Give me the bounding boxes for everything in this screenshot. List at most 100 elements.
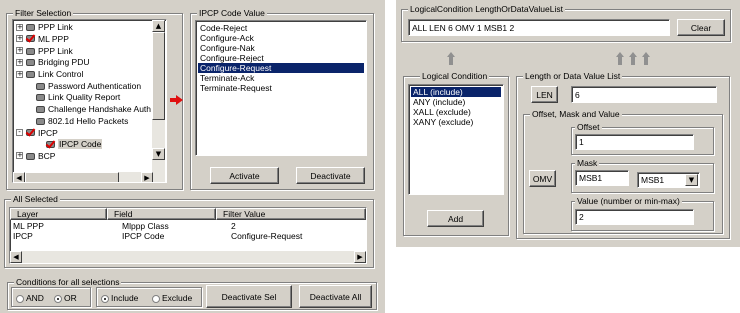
table-row[interactable]: IPCP IPCP Code Configure-Request [10, 231, 366, 241]
expand-icon[interactable]: + [16, 23, 23, 31]
len-value-field[interactable]: 6 [571, 86, 717, 103]
list-item[interactable]: XANY (exclude) [411, 117, 501, 127]
expand-icon[interactable]: + [16, 70, 23, 78]
radio-exclude-icon[interactable] [152, 294, 160, 303]
list-item[interactable]: Code-Reject [198, 23, 364, 33]
protocol-icon [35, 105, 45, 114]
tree-item-label: 802.1d Hello Packets [48, 115, 129, 126]
lc-list-field[interactable]: ALL LEN 6 OMV 1 MSB1 2 [408, 19, 670, 36]
add-button[interactable]: Add [427, 210, 484, 227]
expand-icon[interactable]: + [16, 35, 23, 43]
chevron-down-icon[interactable]: ▼ [685, 174, 698, 186]
logical-condition-list[interactable]: ALL (include) ANY (include) XALL (exclude)… [408, 84, 504, 195]
length-list-group: Length or Data Value List LEN 6 Offset, … [516, 71, 730, 239]
mask-select-value: MSB1 [641, 175, 665, 185]
expand-icon[interactable]: + [16, 58, 23, 66]
list-item[interactable]: XALL (exclude) [411, 107, 501, 117]
all-selected-title: All Selected [11, 194, 60, 204]
tree-item[interactable]: + Bridging PDU [16, 57, 90, 68]
tree-item[interactable]: Password Authentication [26, 81, 141, 92]
table-cell: IPCP Code [122, 231, 165, 241]
code-value-group: IPCP Code Value Code-Reject Configure-Ack… [190, 8, 374, 190]
omv-button[interactable]: OMV [529, 170, 556, 187]
tree-item[interactable]: + PPP Link [16, 45, 73, 56]
scroll-thumb[interactable] [152, 32, 165, 120]
tree-item[interactable]: Link Quality Report [26, 92, 120, 103]
radio-include-icon[interactable] [101, 294, 109, 303]
activate-button[interactable]: Activate [210, 167, 279, 184]
radio-and-icon[interactable] [16, 294, 24, 303]
deactivate-button[interactable]: Deactivate [296, 167, 365, 184]
offset-value: 1 [579, 137, 584, 147]
len-button[interactable]: LEN [531, 86, 558, 103]
list-item[interactable]: ALL (include) [411, 87, 501, 97]
tree-hscrollbar[interactable]: ◀ ▶ [13, 172, 165, 182]
tree-item-label: BCP [38, 150, 56, 161]
tree-item[interactable]: 802.1d Hello Packets [26, 116, 128, 127]
radio-and[interactable]: AND [16, 293, 44, 303]
logical-condition-panel: LogicalCondition LengthOrDataValueList A… [396, 0, 740, 247]
column-header-layer[interactable]: Layer [10, 208, 107, 220]
tree-item-label: IPCP Code [58, 139, 103, 150]
list-item[interactable]: ANY (include) [411, 97, 501, 107]
list-item[interactable]: Terminate-Request [198, 83, 364, 93]
offset-field[interactable]: 1 [575, 134, 694, 150]
tree-item-label: IPCP [38, 127, 58, 138]
radio-or[interactable]: OR [54, 293, 77, 303]
filter-tree[interactable]: + PPP Link + ML PPP + PPP Link + Bridging PDU + L… [12, 19, 167, 183]
scroll-right-icon[interactable]: ▶ [354, 251, 366, 263]
radio-and-label: AND [26, 293, 44, 303]
protocol-icon [25, 152, 35, 160]
tree-item-label: PPP Link [38, 22, 73, 33]
tree-item[interactable]: + BCP [16, 151, 55, 162]
radio-or-icon[interactable] [54, 294, 62, 303]
radio-include[interactable]: Include [101, 293, 138, 303]
tree-item[interactable]: Challenge Handshake Auth [26, 104, 151, 115]
scroll-down-icon[interactable]: ▼ [152, 148, 165, 160]
list-item[interactable]: Configure-Reject [198, 53, 364, 63]
value-field[interactable]: 2 [575, 209, 694, 225]
lc-list-group: LogicalCondition LengthOrDataValueList A… [401, 4, 731, 42]
tree-item-label: Bridging PDU [38, 57, 90, 68]
protocol-icon [25, 47, 35, 55]
clear-button[interactable]: Clear [677, 19, 725, 36]
collapse-icon[interactable]: - [16, 129, 23, 137]
list-item[interactable]: Configure-Nak [198, 43, 364, 53]
list-item[interactable]: Configure-Ack [198, 33, 364, 43]
mask-field[interactable]: MSB1 [575, 170, 629, 186]
radio-exclude[interactable]: Exclude [152, 293, 192, 303]
value-value: 2 [579, 212, 584, 222]
tree-item[interactable]: + Link Control [16, 69, 83, 80]
tree-vscrollbar[interactable]: ▲ ▼ [152, 20, 165, 172]
conditions-group: Conditions for all selections AND OR Inc… [7, 277, 377, 310]
column-header-field[interactable]: Field [107, 208, 216, 220]
tree-item[interactable]: - IPCP [16, 127, 58, 138]
mask-select[interactable]: MSB1 ▼ [637, 172, 700, 188]
code-value-list[interactable]: Code-Reject Configure-Ack Configure-Nak Con… [195, 20, 367, 156]
list-item[interactable]: Terminate-Ack [198, 73, 364, 83]
deactivate-all-button[interactable]: Deactivate All [299, 285, 372, 308]
tree-item[interactable]: + ML PPP [16, 34, 69, 45]
expand-icon[interactable]: + [16, 152, 23, 160]
protocol-icon [25, 70, 35, 79]
scroll-left-icon[interactable]: ◀ [10, 251, 22, 263]
table-hscrollbar[interactable]: ◀ ▶ [10, 251, 366, 263]
mask-group: Mask MSB1 MSB1 ▼ [571, 158, 714, 193]
scroll-up-icon[interactable]: ▲ [152, 20, 165, 32]
scroll-left-icon[interactable]: ◀ [13, 172, 25, 182]
all-selected-group: All Selected Layer Field Filter Value ML… [4, 194, 374, 268]
table-row[interactable]: ML PPP Mlppp Class 2 [10, 221, 366, 231]
column-header-filter-value[interactable]: Filter Value [216, 208, 366, 220]
mask-value: MSB1 [579, 173, 603, 183]
expand-icon[interactable]: + [16, 47, 23, 55]
checkmark-icon [25, 34, 35, 43]
tree-item[interactable]: + PPP Link [16, 22, 73, 33]
scroll-right-icon[interactable]: ▶ [141, 172, 153, 182]
deactivate-sel-button[interactable]: Deactivate Sel [206, 285, 292, 308]
all-selected-table[interactable]: Layer Field Filter Value ML PPP Mlppp Cl… [9, 207, 367, 264]
list-item[interactable]: Configure-Request [198, 63, 364, 73]
omv-title: Offset, Mask and Value [530, 109, 622, 119]
tree-item[interactable]: IPCP Code [36, 139, 103, 150]
hscroll-thumb[interactable] [25, 172, 119, 182]
radio-exclude-label: Exclude [162, 293, 193, 303]
